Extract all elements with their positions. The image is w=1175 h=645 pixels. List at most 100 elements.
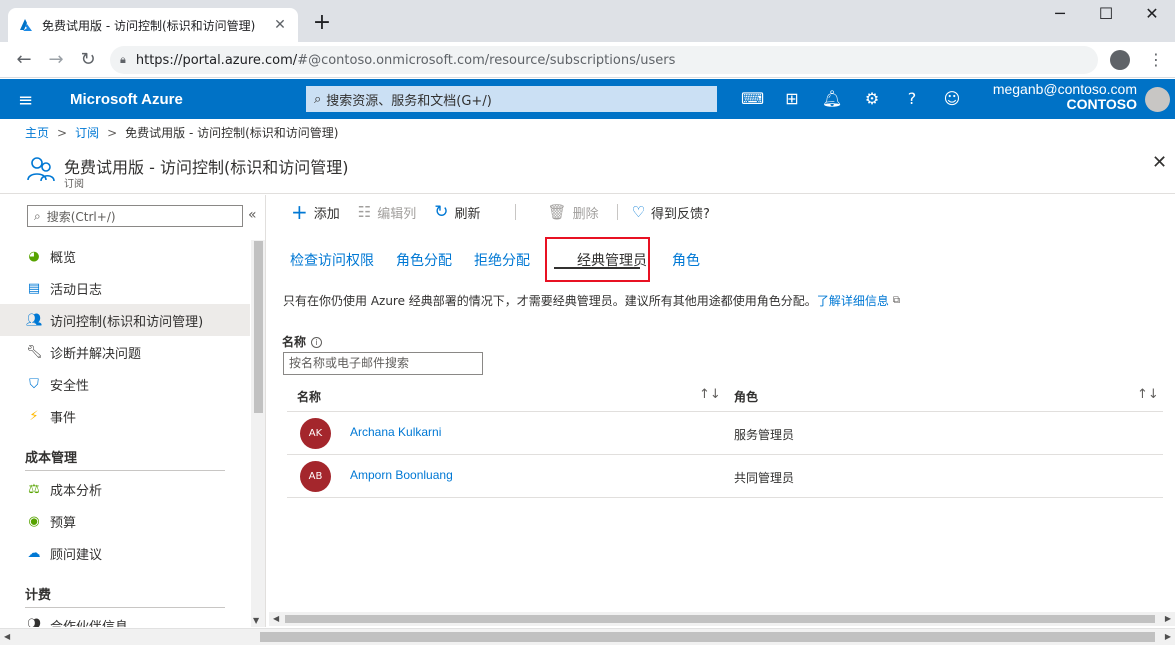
nav-item-label: 预算 <box>50 515 77 531</box>
command-bar: + 添加 ☷ 编辑列 ↻ 刷新 🗑︎ 删除 ♡ 得到反馈? <box>291 198 728 226</box>
feedback-icon[interactable]: ☺ <box>941 88 963 110</box>
nav-item-security[interactable]: ⛉ 安全性 <box>0 368 250 400</box>
back-icon[interactable]: ← <box>12 48 36 72</box>
nav-item-diagnose[interactable]: 🔧︎ 诊断并解决问题 <box>0 336 250 368</box>
nav-item-cost-analysis[interactable]: ⚖ 成本分析 <box>0 473 250 505</box>
browser-tab[interactable]: 免费试用版 - 访问控制(标识和访问管理) ✕ <box>8 8 298 42</box>
help-icon[interactable]: ? <box>901 88 923 110</box>
user-name-link[interactable]: Amporn Boonluang <box>350 468 453 482</box>
cloud-shell-icon[interactable]: ⌨ <box>741 88 764 110</box>
nav-item-overview[interactable]: ◕ 概览 <box>0 240 250 272</box>
nav-item-access-control[interactable]: 👥︎ 访问控制(标识和访问管理) <box>0 304 250 336</box>
page-subtitle: 订阅 <box>64 179 84 190</box>
azure-brand[interactable]: Microsoft Azure <box>70 91 183 108</box>
content-horizontal-scrollbar[interactable]: ◀ ▶ <box>269 612 1175 626</box>
lock-icon: 🔒︎ <box>120 53 126 66</box>
user-avatar[interactable] <box>1145 87 1170 112</box>
add-button[interactable]: + 添加 <box>291 200 340 224</box>
user-email: meganb@contoso.com <box>992 81 1137 97</box>
command-separator <box>616 204 618 220</box>
scroll-right-icon[interactable]: ▶ <box>1165 614 1171 623</box>
maximize-button[interactable]: ☐ <box>1083 4 1129 23</box>
feedback-button[interactable]: ♡ 得到反馈? <box>632 203 710 222</box>
tab-check-access[interactable]: 检查访问权限 <box>290 250 374 270</box>
nav-item-budgets[interactable]: ◉ 预算 <box>0 505 250 537</box>
menu-scrollbar[interactable]: ▼ <box>251 240 265 627</box>
user-name-link[interactable]: Archana Kulkarni <box>350 425 441 439</box>
collapse-menu-icon[interactable]: « <box>248 207 257 223</box>
global-search-input[interactable]: ⌕ 搜索资源、服务和文档(G+/) <box>306 86 717 112</box>
scroll-left-icon[interactable]: ◀ <box>4 632 10 641</box>
search-icon: ⌕ <box>314 91 322 107</box>
reload-icon[interactable]: ↻ <box>76 48 100 72</box>
tab-close-icon[interactable]: ✕ <box>272 17 288 33</box>
nav-item-advisor[interactable]: ☁ 顾问建议 <box>0 537 250 569</box>
tab-roles[interactable]: 角色 <box>672 250 700 270</box>
columns-icon: ☷ <box>357 203 372 221</box>
refresh-button[interactable]: ↻ 刷新 <box>434 202 480 222</box>
new-tab-button[interactable]: + <box>308 10 336 35</box>
refresh-icon: ↻ <box>434 202 449 222</box>
shield-icon: ⛉ <box>29 376 39 392</box>
sort-icon[interactable]: ↑↓ <box>699 387 721 402</box>
advisor-icon: ☁ <box>27 545 41 561</box>
nav-item-events[interactable]: ⚡︎ 事件 <box>0 400 250 432</box>
page-title: 免费试用版 - 访问控制(标识和访问管理) <box>64 158 349 177</box>
edit-columns-button[interactable]: ☷ 编辑列 <box>358 203 416 222</box>
tab-role-assignments[interactable]: 角色分配 <box>396 250 452 270</box>
learn-more-link[interactable]: 了解详细信息 <box>817 292 889 309</box>
tab-deny-assignments[interactable]: 拒绝分配 <box>474 250 530 270</box>
heart-icon: ♡ <box>631 203 646 221</box>
column-header-role[interactable]: 角色 <box>734 388 758 405</box>
user-role: 共同管理员 <box>734 471 795 485</box>
column-header-name[interactable]: 名称 <box>297 388 321 405</box>
nav-item-activity-log[interactable]: ▤ 活动日志 <box>0 272 250 304</box>
forward-icon[interactable]: → <box>44 48 68 72</box>
refresh-label: 刷新 <box>454 206 481 222</box>
profile-icon[interactable] <box>1110 50 1130 70</box>
window-close-button[interactable]: ✕ <box>1129 4 1175 23</box>
delete-label: 删除 <box>572 206 599 222</box>
browser-menu-icon[interactable]: ⋮ <box>1148 50 1164 69</box>
settings-icon[interactable]: ⚙ <box>861 88 883 110</box>
browser-toolbar: ← → ↻ 🔒︎ https://portal.azure.com/#@cont… <box>0 42 1175 78</box>
name-search-input[interactable]: 按名称或电子邮件搜索 <box>283 352 483 375</box>
nav-item-label: 合作伙伴信息 <box>50 619 129 628</box>
nav-item-label: 概览 <box>50 250 77 266</box>
account-menu[interactable]: meganb@contoso.com CONTOSO <box>993 81 1137 112</box>
resource-menu: ⌕ 搜索(Ctrl+/) « ◕ 概览 ▤ 活动日志 👥︎ 访问控制(标识和访问… <box>0 195 266 627</box>
info-icon[interactable]: i <box>311 337 323 348</box>
scroll-right-icon[interactable]: ▶ <box>1165 632 1171 641</box>
nav-item-label: 访问控制(标识和访问管理) <box>50 314 204 330</box>
lightning-icon: ⚡︎ <box>29 408 39 424</box>
browser-tabstrip: 免费试用版 - 访问控制(标识和访问管理) ✕ + ─ ☐ ✕ <box>0 0 1175 42</box>
menu-search-input[interactable]: ⌕ 搜索(Ctrl+/) <box>27 205 243 227</box>
minimize-button[interactable]: ─ <box>1037 4 1083 23</box>
azure-favicon-icon <box>20 19 32 31</box>
user-role: 服务管理员 <box>734 428 795 442</box>
menu-scrollbar-thumb[interactable] <box>254 241 263 413</box>
command-separator <box>514 204 516 220</box>
sort-icon[interactable]: ↑↓ <box>1137 387 1159 402</box>
blade-close-icon[interactable]: ✕ <box>1152 152 1167 173</box>
global-search-placeholder: 搜索资源、服务和文档(G+/) <box>326 93 492 109</box>
access-control-icon: 👥︎ <box>26 312 43 328</box>
scroll-down-icon[interactable]: ▼ <box>253 616 259 625</box>
directory-filter-icon[interactable]: ⊞ <box>781 88 803 110</box>
notifications-icon[interactable]: 🔔︎ <box>821 88 843 110</box>
window-horizontal-scrollbar[interactable]: ◀ ▶ <box>0 628 1175 645</box>
avatar: AB <box>300 461 331 492</box>
hamburger-icon[interactable]: ≡ <box>18 90 33 111</box>
users-icon <box>26 154 56 184</box>
breadcrumb-subscriptions[interactable]: 订阅 <box>75 124 99 141</box>
delete-button[interactable]: 🗑︎ 删除 <box>548 203 599 222</box>
scroll-left-icon[interactable]: ◀ <box>273 614 279 623</box>
table-header: 名称 ↑↓ 角色 ↑↓ <box>287 381 1163 412</box>
breadcrumb-separator: > <box>107 125 118 140</box>
breadcrumb-home[interactable]: 主页 <box>25 124 49 141</box>
scrollbar-thumb[interactable] <box>260 632 1155 642</box>
scrollbar-thumb[interactable] <box>285 615 1155 623</box>
trash-icon: 🗑︎ <box>547 203 567 221</box>
nav-item-partner-info[interactable]: 👥︎ 合作伙伴信息 <box>0 609 250 628</box>
address-bar[interactable]: 🔒︎ https://portal.azure.com/#@contoso.on… <box>110 46 1098 74</box>
